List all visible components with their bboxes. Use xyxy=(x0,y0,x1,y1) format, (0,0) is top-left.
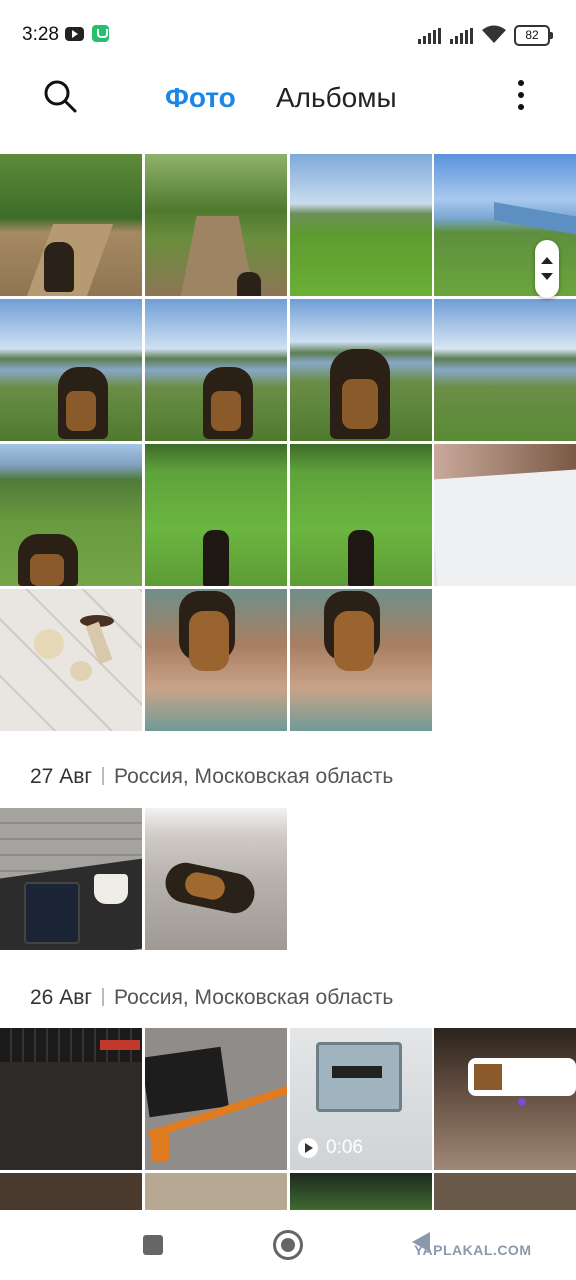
photo-thumbnail[interactable] xyxy=(145,444,287,586)
signal-icon xyxy=(450,28,476,44)
wifi-icon xyxy=(482,25,506,43)
photo-thumbnail[interactable] xyxy=(0,1173,142,1210)
photo-thumbnail[interactable] xyxy=(290,1173,432,1210)
watermark: YAPLAKAL.COM xyxy=(414,1242,532,1258)
photo-thumbnail[interactable] xyxy=(290,444,432,586)
home-button[interactable] xyxy=(273,1230,303,1260)
video-duration-badge: 0:06 xyxy=(298,1137,363,1159)
photo-thumbnail[interactable] xyxy=(0,808,142,950)
photo-thumbnail[interactable] xyxy=(145,299,287,441)
recents-button[interactable] xyxy=(143,1235,163,1255)
photo-thumbnail[interactable] xyxy=(145,154,287,296)
section-date: 27 Авг xyxy=(30,765,93,788)
play-icon xyxy=(298,1138,318,1158)
tab-albums[interactable]: Альбомы xyxy=(276,82,397,114)
photo-thumbnail[interactable] xyxy=(0,1028,142,1170)
youtube-icon xyxy=(65,27,84,41)
tab-photos[interactable]: Фото xyxy=(165,82,236,114)
photo-thumbnail[interactable] xyxy=(290,299,432,441)
video-duration: 0:06 xyxy=(326,1137,363,1158)
photo-thumbnail[interactable] xyxy=(145,1028,287,1170)
photo-thumbnail[interactable] xyxy=(145,808,287,950)
status-time: 3:28 xyxy=(22,24,59,45)
photo-thumbnail[interactable] xyxy=(434,1028,576,1170)
section-location: Россия, Московская область xyxy=(114,765,394,788)
photo-thumbnail[interactable] xyxy=(290,154,432,296)
photo-thumbnail[interactable] xyxy=(434,1173,576,1210)
more-options-icon[interactable] xyxy=(510,80,532,114)
photo-thumbnail[interactable] xyxy=(434,444,576,586)
status-bar: 3:28 82 xyxy=(0,0,576,66)
app-notification-icon xyxy=(92,25,109,42)
photo-thumbnail[interactable] xyxy=(434,299,576,441)
section-header: 27 Авг Россия, Московская область xyxy=(30,765,393,789)
section-header: 26 Авг Россия, Московская область xyxy=(30,986,393,1010)
photo-thumbnail[interactable] xyxy=(290,589,432,731)
divider xyxy=(102,988,105,1006)
photo-thumbnail[interactable] xyxy=(0,299,142,441)
fast-scroll-handle[interactable] xyxy=(535,240,559,298)
photo-thumbnail[interactable] xyxy=(145,1173,287,1210)
signal-icon xyxy=(418,28,444,44)
search-icon[interactable] xyxy=(42,78,78,114)
photo-thumbnail[interactable] xyxy=(0,154,142,296)
divider xyxy=(102,767,105,785)
photo-thumbnail[interactable] xyxy=(0,589,142,731)
section-date: 26 Авг xyxy=(30,986,93,1009)
photo-thumbnail[interactable] xyxy=(145,589,287,731)
section-location: Россия, Московская область xyxy=(114,986,394,1009)
battery-icon: 82 xyxy=(514,25,553,46)
photo-thumbnail[interactable] xyxy=(0,444,142,586)
